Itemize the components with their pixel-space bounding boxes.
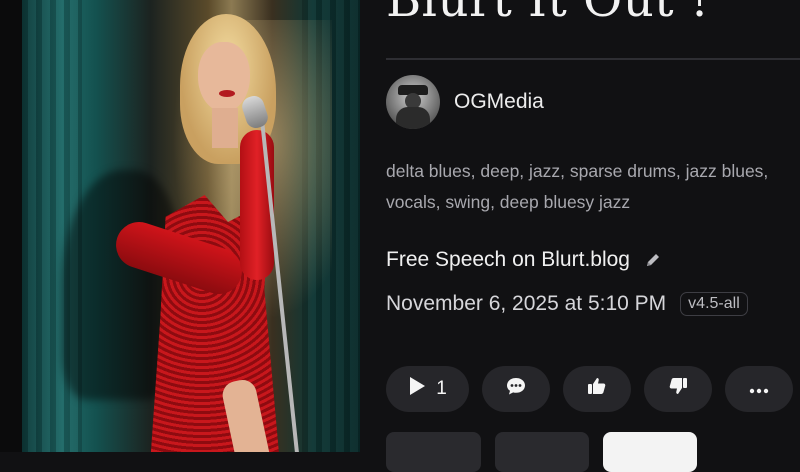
model-version-badge: v4.5-all: [680, 292, 748, 316]
thumbs-down-icon: [667, 375, 689, 403]
left-edge: [0, 0, 22, 452]
style-tags-line-1: delta blues, deep, jazz, sparse drums, j…: [386, 161, 769, 181]
style-tags-line-2: vocals, swing, deep bluesy jazz: [386, 192, 631, 212]
cover-art-image: [22, 0, 360, 452]
thumbs-up-icon: [586, 375, 608, 403]
pencil-icon[interactable]: [644, 251, 662, 269]
workspace-row: Free Speech on Blurt.blog: [386, 248, 662, 272]
singer-lips: [219, 90, 235, 97]
more-options-button[interactable]: [725, 366, 793, 412]
like-button[interactable]: [563, 366, 631, 412]
play-icon: [408, 376, 426, 402]
style-tags: delta blues, deep, jazz, sparse drums, j…: [386, 156, 800, 218]
author-link[interactable]: OGMedia: [386, 75, 544, 129]
singer-neck: [212, 108, 238, 148]
bottom-buttons-row: [386, 432, 697, 472]
dislike-button[interactable]: [644, 366, 712, 412]
comment-button[interactable]: [482, 366, 550, 412]
avatar[interactable]: [386, 75, 440, 129]
title-divider: [386, 58, 800, 60]
action-bar: 1: [386, 366, 793, 412]
bottom-button-1[interactable]: [386, 432, 481, 472]
date-row: November 6, 2025 at 5:10 PM v4.5-all: [386, 292, 748, 316]
workspace-name[interactable]: Free Speech on Blurt.blog: [386, 248, 630, 272]
comment-icon: [505, 375, 527, 403]
song-title: Blurt It Out !: [386, 0, 710, 28]
bottom-button-2[interactable]: [495, 432, 589, 472]
author-name[interactable]: OGMedia: [454, 90, 544, 114]
created-date: November 6, 2025 at 5:10 PM: [386, 292, 667, 315]
bottom-button-3[interactable]: [603, 432, 697, 472]
avatar-body: [396, 107, 430, 129]
play-button[interactable]: 1: [386, 366, 469, 412]
play-count: 1: [436, 378, 447, 399]
more-icon: [748, 378, 770, 400]
